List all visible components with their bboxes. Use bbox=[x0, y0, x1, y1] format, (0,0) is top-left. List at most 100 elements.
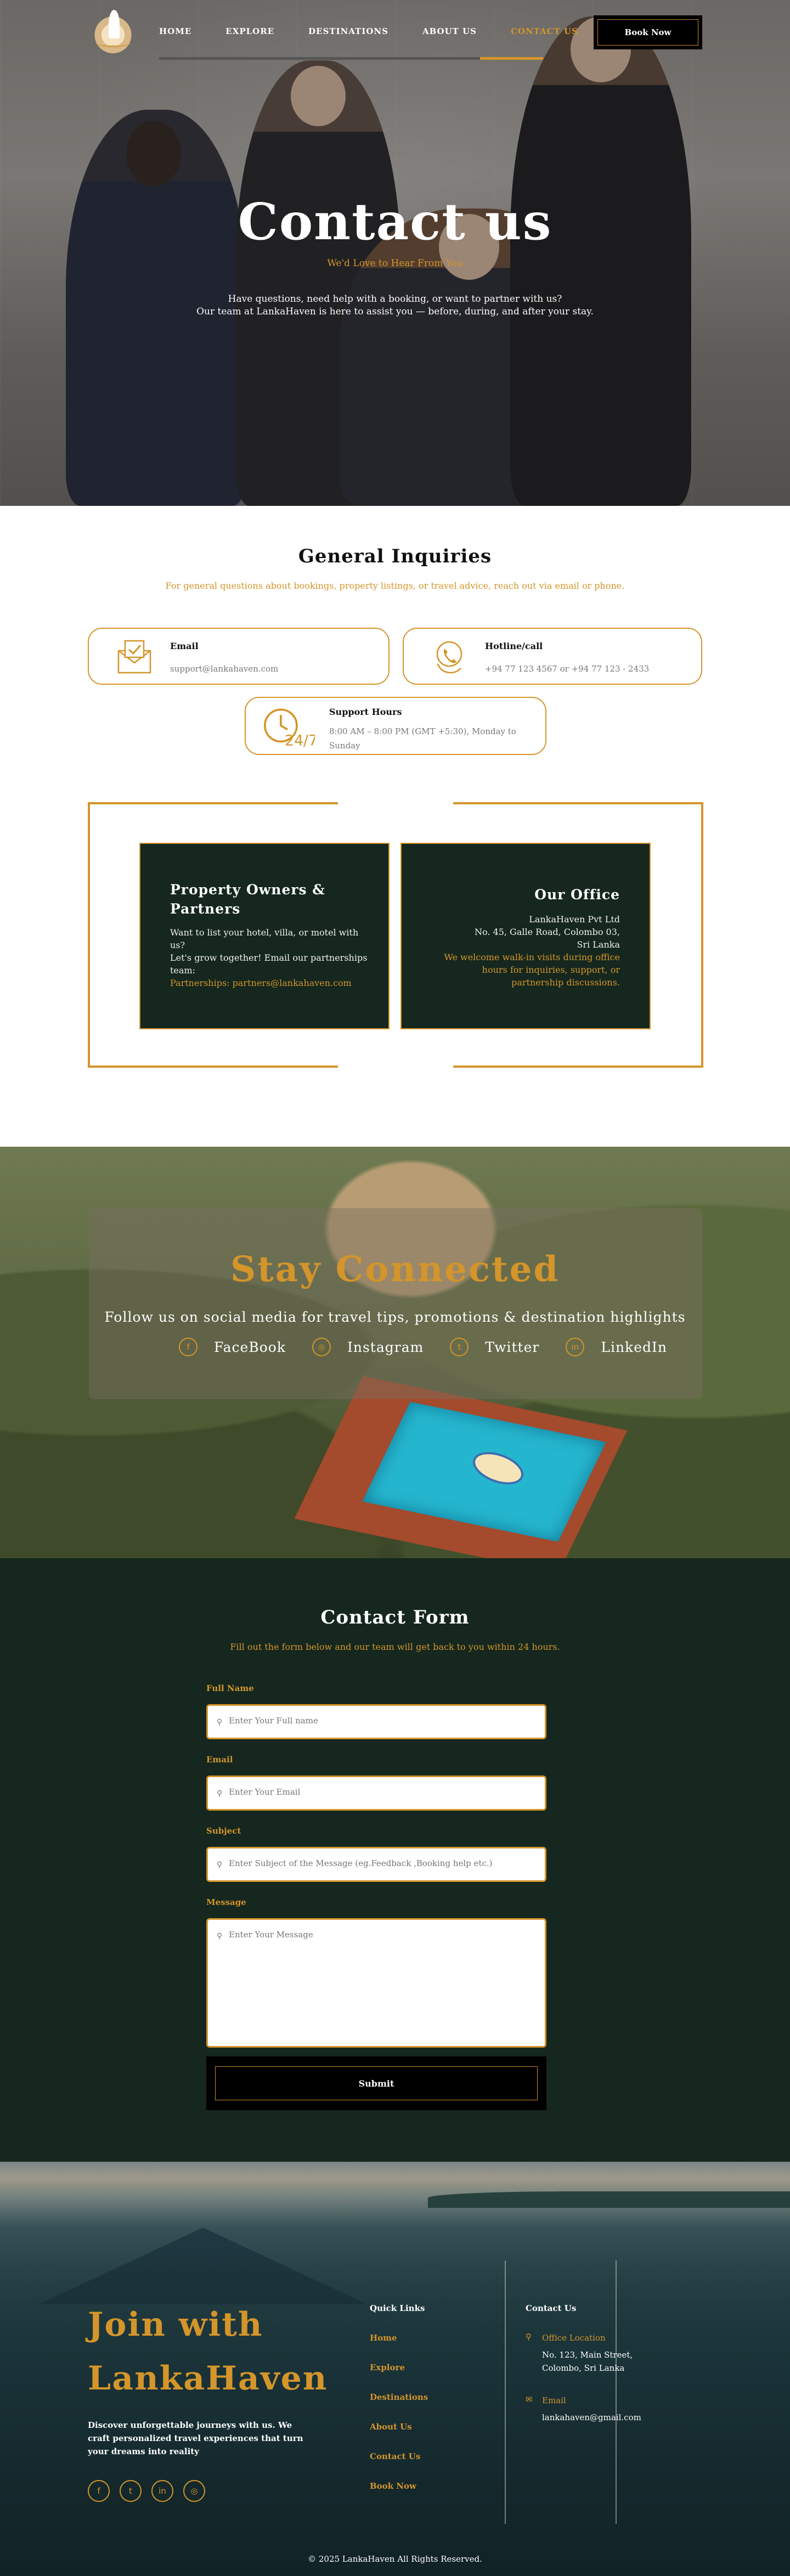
nav-contact-us[interactable]: CONTACT US bbox=[511, 26, 578, 36]
facebook-icon: f bbox=[179, 1338, 198, 1356]
office-country: Sri Lanka bbox=[577, 939, 620, 950]
user-icon: ⚲ bbox=[217, 1789, 223, 1798]
main-nav: HOME EXPLORE DESTINATIONS ABOUT US CONTA… bbox=[0, 0, 790, 66]
partnerships-email[interactable]: Partnerships: partners@lankahaven.com bbox=[170, 977, 373, 989]
stay-connected-section: Stay Connected Follow us on social media… bbox=[0, 1147, 790, 1558]
hero-description: Have questions, need help with a booking… bbox=[0, 293, 790, 318]
panel-text: Let's grow together! Email our partnersh… bbox=[170, 952, 368, 976]
footer-divider bbox=[505, 2261, 506, 2524]
footer-link-about-us[interactable]: About Us bbox=[370, 2422, 412, 2432]
email-label: Email bbox=[542, 2395, 566, 2405]
hotline-card: Hotline/call +94 77 123 4567 or +94 77 1… bbox=[403, 628, 702, 685]
email-address[interactable]: support@lankahaven.com bbox=[170, 662, 278, 676]
office-panel: Our Office LankaHaven Pvt Ltd No. 45, Ga… bbox=[400, 843, 651, 1029]
linkedin-link[interactable]: in LinkedIn bbox=[566, 1338, 667, 1356]
nav-explore[interactable]: EXPLORE bbox=[225, 26, 274, 36]
card-title: Email bbox=[170, 641, 199, 651]
footer-social-icons: f t in ◎ bbox=[88, 2480, 215, 2502]
footer-link-home[interactable]: Home bbox=[370, 2333, 397, 2343]
submit-button[interactable]: Submit bbox=[206, 2056, 546, 2110]
email-label: Email bbox=[206, 1755, 233, 1765]
phone-hand-icon bbox=[436, 641, 462, 674]
user-icon: ⚲ bbox=[217, 1861, 223, 1869]
nav-underline bbox=[159, 57, 543, 60]
panel-title: Our Office bbox=[534, 887, 620, 903]
subject-input[interactable] bbox=[229, 1858, 536, 1868]
nav-about-us[interactable]: ABOUT US bbox=[422, 26, 477, 36]
general-inquiries-section: General Inquiries For general questions … bbox=[0, 506, 790, 1147]
panel-text: Want to list your hotel, villa, or motel… bbox=[170, 927, 359, 950]
social-label: FaceBook bbox=[214, 1339, 286, 1355]
page-title: Contact us bbox=[238, 192, 552, 251]
section-title: Stay Connected bbox=[230, 1249, 560, 1290]
address-line: No. 123, Main Street, bbox=[542, 2350, 633, 2360]
footer-email[interactable]: lankahaven@gmail.com bbox=[542, 2411, 641, 2424]
facebook-link[interactable]: f FaceBook bbox=[179, 1338, 286, 1356]
card-title: Support Hours bbox=[329, 707, 402, 717]
user-icon: ⚲ bbox=[217, 1718, 223, 1727]
section-lead: Fill out the form below and our team wil… bbox=[230, 1642, 560, 1652]
full-name-label: Full Name bbox=[206, 1683, 254, 1693]
twitter-icon[interactable]: t bbox=[120, 2480, 142, 2502]
svg-text:24/7: 24/7 bbox=[285, 732, 315, 749]
section-title: Contact Form bbox=[320, 1607, 470, 1628]
clock-24-7-icon: 24/7 bbox=[263, 708, 315, 749]
footer-divider bbox=[616, 2261, 617, 2524]
submit-label: Submit bbox=[215, 2066, 538, 2100]
nav-active-indicator bbox=[480, 57, 543, 60]
message-input[interactable] bbox=[229, 1930, 536, 2039]
section-tagline: Follow us on social media for travel tip… bbox=[104, 1309, 686, 1325]
support-hours-card: 24/7 Support Hours 8:00 AM – 8:00 PM (GM… bbox=[245, 697, 546, 755]
twitter-icon: t bbox=[450, 1338, 469, 1356]
instagram-link[interactable]: ◎ Instagram bbox=[312, 1338, 424, 1356]
user-icon: ⚲ bbox=[217, 1932, 223, 1941]
book-now-button[interactable]: Book Now bbox=[594, 15, 702, 49]
linkedin-icon[interactable]: in bbox=[151, 2480, 173, 2502]
hero-section: HOME EXPLORE DESTINATIONS ABOUT US CONTA… bbox=[0, 0, 790, 506]
subject-field[interactable]: ⚲ bbox=[206, 1847, 546, 1882]
support-hours-text: 8:00 AM – 8:00 PM (GMT +5:30), Monday to… bbox=[329, 726, 516, 751]
panel-body: Want to list your hotel, villa, or motel… bbox=[170, 926, 373, 989]
nav-destinations[interactable]: DESTINATIONS bbox=[308, 26, 388, 36]
office-location-label: Office Location bbox=[542, 2333, 606, 2343]
nav-home[interactable]: HOME bbox=[159, 26, 191, 36]
hero-desc-line: Our team at LankaHaven is here to assist… bbox=[196, 306, 594, 317]
card-title: Hotline/call bbox=[485, 641, 543, 651]
email-field[interactable]: ⚲ bbox=[206, 1775, 546, 1811]
join-line: LankaHaven bbox=[88, 2359, 328, 2398]
contact-form-section: Contact Form Fill out the form below and… bbox=[0, 1558, 790, 2162]
footer-link-contact-us[interactable]: Contact Us bbox=[370, 2451, 420, 2461]
social-label: Instagram bbox=[347, 1339, 424, 1355]
hero-overlay bbox=[0, 0, 790, 506]
panel-title: Property Owners & Partners bbox=[170, 882, 325, 917]
quick-links-title: Quick Links bbox=[370, 2303, 425, 2313]
copyright: © 2025 LankaHaven All Rights Reserved. bbox=[308, 2554, 482, 2564]
message-field[interactable]: ⚲ bbox=[206, 1918, 546, 2048]
social-label: LinkedIn bbox=[601, 1339, 667, 1355]
glass-panel bbox=[89, 1208, 702, 1399]
full-name-field[interactable]: ⚲ bbox=[206, 1704, 546, 1739]
footer-description: Discover unforgettable journeys with us.… bbox=[88, 2420, 303, 2456]
nav-links: HOME EXPLORE DESTINATIONS ABOUT US CONTA… bbox=[159, 26, 612, 36]
panel-body: LankaHaven Pvt Ltd No. 45, Galle Road, C… bbox=[433, 913, 620, 989]
instagram-icon[interactable]: ◎ bbox=[183, 2480, 205, 2502]
mail-icon: ✉ bbox=[526, 2394, 533, 2404]
footer-link-book-now[interactable]: Book Now bbox=[370, 2481, 416, 2491]
message-label: Message bbox=[206, 1897, 246, 1907]
email-input[interactable] bbox=[229, 1787, 536, 1797]
footer-link-destinations[interactable]: Destinations bbox=[370, 2392, 428, 2402]
linkedin-icon: in bbox=[566, 1338, 585, 1356]
social-label: Twitter bbox=[485, 1339, 540, 1355]
subject-label: Subject bbox=[206, 1826, 241, 1836]
full-name-input[interactable] bbox=[229, 1716, 536, 1726]
lankahaven-logo[interactable] bbox=[88, 7, 138, 54]
office-note: We welcome walk-in visits during office … bbox=[444, 952, 620, 988]
social-links: f FaceBook ◎ Instagram t Twitter in Link… bbox=[179, 1338, 693, 1356]
hotline-numbers[interactable]: +94 77 123 4567 or +94 77 123 - 2433 bbox=[485, 662, 649, 676]
property-owners-panel: Property Owners & Partners Want to list … bbox=[139, 843, 390, 1029]
hero-desc-line: Have questions, need help with a booking… bbox=[228, 294, 562, 305]
twitter-link[interactable]: t Twitter bbox=[450, 1338, 539, 1356]
hero-subtitle: We'd Love to Hear From You bbox=[327, 258, 463, 269]
footer-link-explore[interactable]: Explore bbox=[370, 2363, 405, 2372]
facebook-icon[interactable]: f bbox=[88, 2480, 110, 2502]
